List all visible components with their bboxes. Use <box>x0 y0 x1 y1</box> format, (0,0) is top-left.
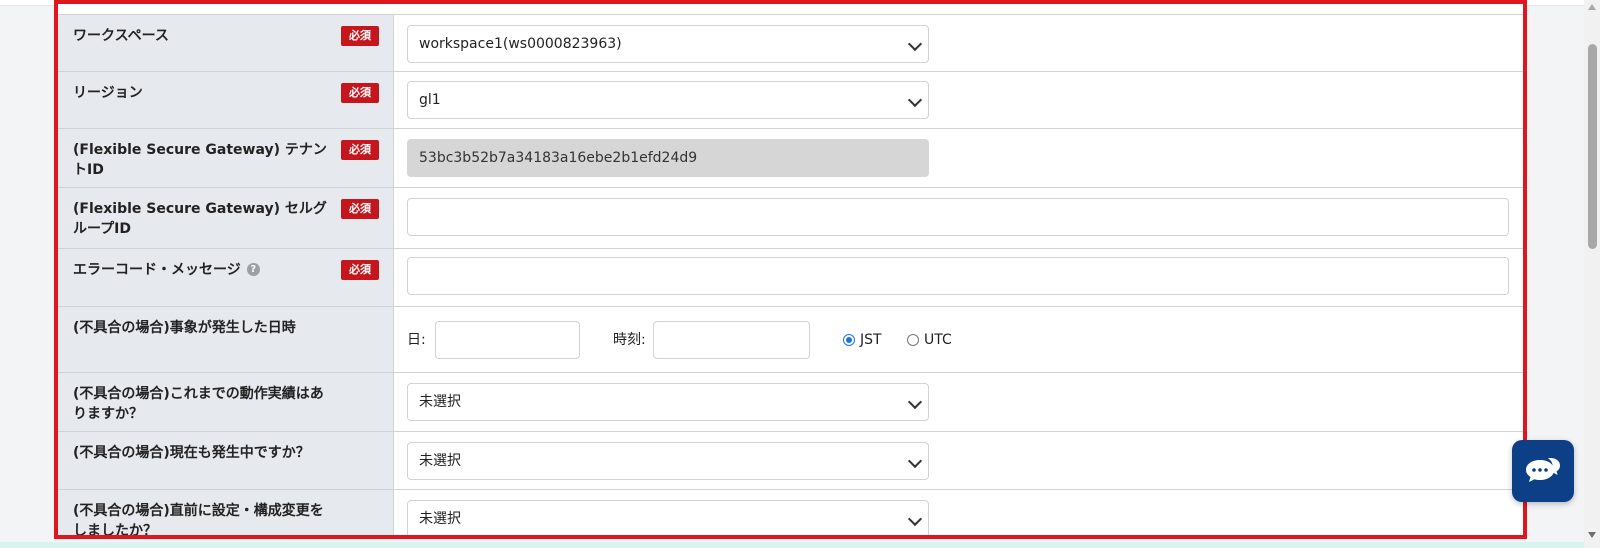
form-row-past-operation: (不具合の場合)これまでの動作実績はありますか？ 未選択 <box>58 372 1523 432</box>
time-label: 時刻: <box>613 332 646 348</box>
value-cell <box>393 248 1523 307</box>
form-frame: ワークスペース 必須 workspace1(ws0000823963) リージョ… <box>54 0 1527 539</box>
value-cell: gl1 <box>393 71 1523 129</box>
value-cell <box>393 187 1523 249</box>
label-cell: (Flexible Secure Gateway) テナントID 必須 <box>58 128 394 188</box>
label-cell: (不具合の場合)事象が発生した日時 <box>58 306 394 373</box>
field-label-occurrence-datetime: (不具合の場合)事象が発生した日時 <box>73 320 296 336</box>
value-cell: 53bc3b52b7a34183a16ebe2b1efd24d9 <box>393 128 1523 188</box>
field-label-workspace: ワークスペース <box>73 28 169 44</box>
chevron-down-icon <box>907 511 923 527</box>
field-label-config-change: (不具合の場合)直前に設定・構成変更をしましたか？ <box>73 503 324 539</box>
label-cell: ワークスペース 必須 <box>58 14 394 72</box>
chevron-down-icon <box>907 36 923 52</box>
label-cell: (不具合の場合)これまでの動作実績はありますか？ <box>58 372 394 432</box>
required-badge: 必須 <box>341 26 379 46</box>
form-row-still-occurring: (不具合の場合)現在も発生中ですか？ 未選択 <box>58 431 1523 490</box>
field-label-error-code-text: エラーコード・メッセージ <box>73 262 241 278</box>
datetime-group: 日: 時刻: JST UTC <box>407 321 1107 359</box>
past-operation-select[interactable]: 未選択 <box>407 383 929 421</box>
scroll-up-arrow-icon[interactable] <box>1588 4 1596 10</box>
field-label-still-occurring: (不具合の場合)現在も発生中ですか？ <box>73 445 310 461</box>
label-cell: (Flexible Secure Gateway) セルグループID 必須 <box>58 187 394 249</box>
tenant-id-value: 53bc3b52b7a34183a16ebe2b1efd24d9 <box>419 150 698 166</box>
radio-jst[interactable] <box>843 334 855 346</box>
region-select-value: gl1 <box>419 92 441 108</box>
value-cell: 未選択 <box>393 489 1523 535</box>
value-cell: 未選択 <box>393 372 1523 432</box>
error-code-input[interactable] <box>407 257 1509 295</box>
radio-utc[interactable] <box>907 334 919 346</box>
date-label: 日: <box>407 332 426 348</box>
page-scrollbar[interactable] <box>1584 0 1600 548</box>
form-row-region: リージョン 必須 gl1 <box>58 71 1523 129</box>
field-label-error-code: エラーコード・メッセージ? <box>73 260 328 280</box>
field-label-past-operation: (不具合の場合)これまでの動作実績はありますか？ <box>73 386 324 422</box>
bottom-strip <box>0 542 1584 548</box>
label-cell: (不具合の場合)現在も発生中ですか？ <box>58 431 394 490</box>
inquiry-form-table: ワークスペース 必須 workspace1(ws0000823963) リージョ… <box>58 14 1523 539</box>
label-cell: (不具合の場合)直前に設定・構成変更をしましたか？ <box>58 489 394 539</box>
config-change-select-value: 未選択 <box>419 511 461 527</box>
workspace-select[interactable]: workspace1(ws0000823963) <box>407 25 929 63</box>
form-row-error-code: エラーコード・メッセージ? 必須 <box>58 248 1523 307</box>
time-input[interactable] <box>653 321 810 359</box>
required-badge: 必須 <box>341 83 379 103</box>
required-badge: 必須 <box>341 199 379 219</box>
chevron-down-icon <box>907 92 923 108</box>
chevron-down-icon <box>907 394 923 410</box>
radio-jst-label[interactable]: JST <box>860 321 882 359</box>
field-label-cell-group-id: (Flexible Secure Gateway) セルグループID <box>73 201 327 237</box>
tenant-id-field: 53bc3b52b7a34183a16ebe2b1efd24d9 <box>407 139 929 177</box>
form-row-cell-group-id: (Flexible Secure Gateway) セルグループID 必須 <box>58 187 1523 249</box>
scroll-down-arrow-icon[interactable] <box>1588 532 1596 538</box>
label-cell: エラーコード・メッセージ? 必須 <box>58 248 394 307</box>
region-select[interactable]: gl1 <box>407 81 929 119</box>
form-row-config-change: (不具合の場合)直前に設定・構成変更をしましたか？ 未選択 <box>58 489 1523 539</box>
past-operation-select-value: 未選択 <box>419 394 461 410</box>
field-label-tenant-id: (Flexible Secure Gateway) テナントID <box>73 142 327 178</box>
still-occurring-select[interactable]: 未選択 <box>407 442 929 480</box>
chat-bubbles-icon <box>1526 458 1560 482</box>
cell-group-id-input[interactable] <box>407 198 1509 236</box>
workspace-select-value: workspace1(ws0000823963) <box>419 36 622 52</box>
value-cell: 日: 時刻: JST UTC <box>393 306 1523 373</box>
form-row-occurrence-datetime: (不具合の場合)事象が発生した日時 日: 時刻: JST UTC <box>58 306 1523 373</box>
page: ワークスペース 必須 workspace1(ws0000823963) リージョ… <box>0 0 1600 548</box>
chevron-down-icon <box>907 453 923 469</box>
form-row-tenant-id: (Flexible Secure Gateway) テナントID 必須 53bc… <box>58 128 1523 188</box>
label-cell: リージョン 必須 <box>58 71 394 129</box>
value-cell: 未選択 <box>393 431 1523 490</box>
scrollbar-thumb[interactable] <box>1588 44 1597 249</box>
config-change-select[interactable]: 未選択 <box>407 500 929 535</box>
field-label-region: リージョン <box>73 85 143 101</box>
form-row-workspace: ワークスペース 必須 workspace1(ws0000823963) <box>58 14 1523 72</box>
value-cell: workspace1(ws0000823963) <box>393 14 1523 72</box>
required-badge: 必須 <box>341 140 379 160</box>
chat-support-button[interactable] <box>1512 440 1574 502</box>
date-input[interactable] <box>435 321 580 359</box>
question-circle-icon[interactable]: ? <box>246 263 260 276</box>
still-occurring-select-value: 未選択 <box>419 453 461 469</box>
radio-utc-label[interactable]: UTC <box>924 321 952 359</box>
required-badge: 必須 <box>341 260 379 280</box>
